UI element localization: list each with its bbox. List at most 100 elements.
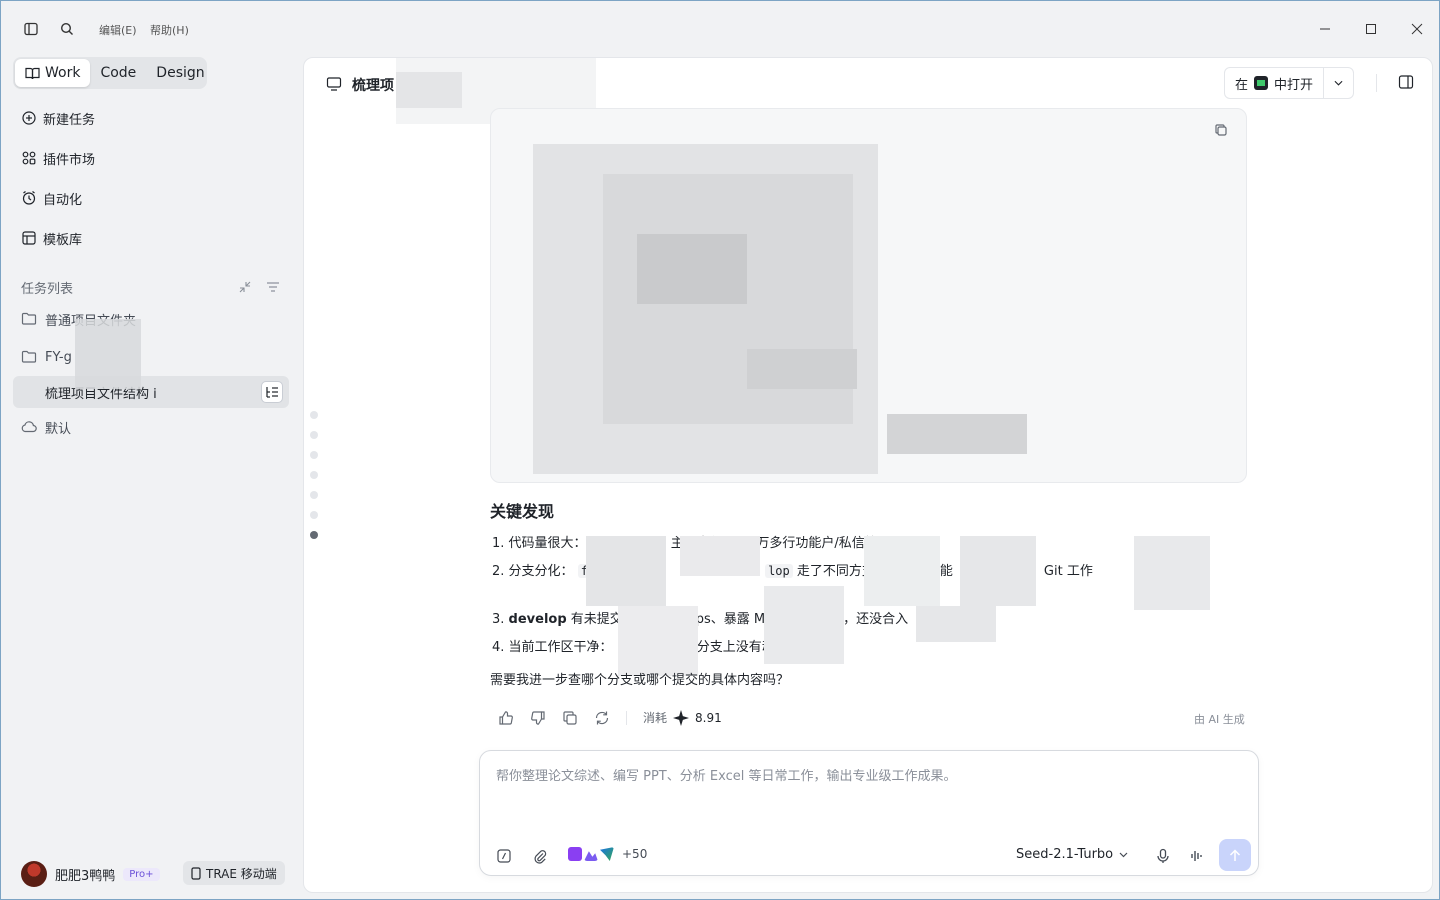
ai-generated-label: 由 AI 生成 [1194,713,1245,726]
finding-label: 分支分化： [508,564,574,579]
nav-automation[interactable]: 自动化 [21,186,82,210]
redacted-block [637,234,747,304]
menu-help[interactable]: 帮助(H) [150,22,189,38]
nav-automation-label: 自动化 [43,192,83,208]
editor-app-icon [1254,76,1269,90]
finding-number: 3. [492,612,505,627]
open-in-suffix: 中打开 [1274,77,1314,93]
anchor-dot[interactable] [310,511,318,519]
cost-value: 8.91 [695,710,722,725]
result-card [490,108,1247,483]
nav-template-library[interactable]: 模板库 [21,226,82,250]
redacted-block [747,349,857,389]
task-default-label: 默认 [45,421,72,437]
task-folder-2-label: FY-g [45,349,72,365]
nav-new-task[interactable]: 新建任务 [21,106,95,130]
thumbs-up-icon[interactable] [498,710,514,726]
anchor-dot[interactable] [310,431,318,439]
model-selector[interactable]: Seed-2.1-Turbo [1016,847,1128,862]
open-in-button[interactable]: 在 中打开 [1224,67,1355,99]
send-button[interactable] [1219,839,1251,871]
chevron-down-icon [1119,852,1128,857]
pro-badge: Pro+ [123,867,160,881]
mode-work-label: Work [45,65,81,81]
redacted-block [887,414,1027,454]
phone-icon [191,866,201,880]
task-item-selected[interactable]: 梳理项目文件结构 i [13,376,289,408]
plus-circle-icon [22,111,36,125]
nav-plugin-market[interactable]: 插件市场 [21,146,95,170]
finding-label: 代码量很大： [508,536,587,551]
collapse-icon[interactable] [237,279,253,295]
mobile-app-label: TRAE 移动端 [206,866,277,881]
chevron-down-icon[interactable] [1323,68,1353,98]
user-profile[interactable]: 肥肥3鸭鸭 Pro+ [21,861,160,887]
attachment-icon[interactable] [532,848,548,864]
finding-number: 2. [492,564,505,579]
task-list-title: 任务列表 [21,282,74,297]
finding-label: develop [508,612,567,627]
cost-indicator: 消耗 8.91 [643,709,722,726]
anchor-dot[interactable] [310,451,318,459]
message-input[interactable] [496,769,1236,784]
task-folder-2[interactable]: FY-g [21,346,72,368]
tools-group[interactable]: +50 [568,847,647,861]
mobile-app-button[interactable]: TRAE 移动端 [183,861,285,885]
redacted-block [396,72,462,108]
task-list-icon[interactable] [261,381,283,403]
menu-edit[interactable]: 编辑(E) [99,22,137,38]
mode-code-button[interactable]: Code [90,59,146,87]
apps-icon [22,151,36,165]
folder-icon [21,350,37,363]
redacted-block [618,606,698,676]
main-panel: 梳理项 在 中打开 关键发现 1. 代码量很大： 主要文件、17 万多行功能户/… [303,57,1433,893]
nav-template-library-label: 模板库 [43,232,83,248]
copy-icon[interactable] [1214,123,1228,137]
sparkle-icon [673,709,690,726]
title-bar: 编辑(E) 帮助(H) [1,1,1440,57]
filter-icon[interactable] [265,279,281,295]
app-window: 编辑(E) 帮助(H) Work Code Design 新建任务 插件市场 自… [0,0,1440,900]
microphone-icon[interactable] [1155,848,1171,864]
close-icon[interactable] [1405,17,1429,41]
anchor-dot-active[interactable] [310,531,318,539]
feedback-bar: 消耗 8.91 [498,709,722,726]
redacted-block [864,536,940,606]
cost-label: 消耗 [643,711,668,725]
cloud-icon [21,421,37,433]
voice-wave-icon[interactable] [1189,848,1205,864]
anchor-dot[interactable] [310,471,318,479]
mode-design-button[interactable]: Design [146,59,214,87]
side-panel-icon[interactable] [1398,74,1414,90]
mode-work-button[interactable]: Work [15,59,91,87]
finding-number: 1. [492,536,505,551]
regenerate-icon[interactable] [594,710,610,726]
video-tool-icon [568,847,582,861]
avatar [21,861,47,887]
anchor-dot[interactable] [310,491,318,499]
image-tool-icon [584,851,598,861]
redacted-block [764,586,844,664]
mode-switch: Work Code Design [13,57,207,89]
search-icon[interactable] [57,19,77,39]
clock-icon [22,191,36,205]
slash-command-icon[interactable] [496,848,512,864]
task-default[interactable]: 默认 [21,416,71,438]
sidebar-toggle-icon[interactable] [21,19,41,39]
copy-icon[interactable] [562,710,578,726]
finding-number: 4. [492,640,505,655]
mode-design-label: Design [156,65,205,81]
thumbs-down-icon[interactable] [530,710,546,726]
minimize-icon[interactable] [1313,17,1337,41]
more-tools-count: +50 [622,847,648,861]
open-in-main[interactable]: 在 中打开 [1225,68,1323,98]
redacted-block [680,536,760,576]
mode-code-label: Code [100,65,137,81]
scroll-anchor-dots [310,411,318,539]
anchor-dot[interactable] [310,411,318,419]
redacted-block [75,319,141,389]
maximize-icon[interactable] [1359,17,1383,41]
ai-tool-icon [600,847,614,861]
feedback-divider [626,710,627,725]
redacted-block [586,536,666,606]
